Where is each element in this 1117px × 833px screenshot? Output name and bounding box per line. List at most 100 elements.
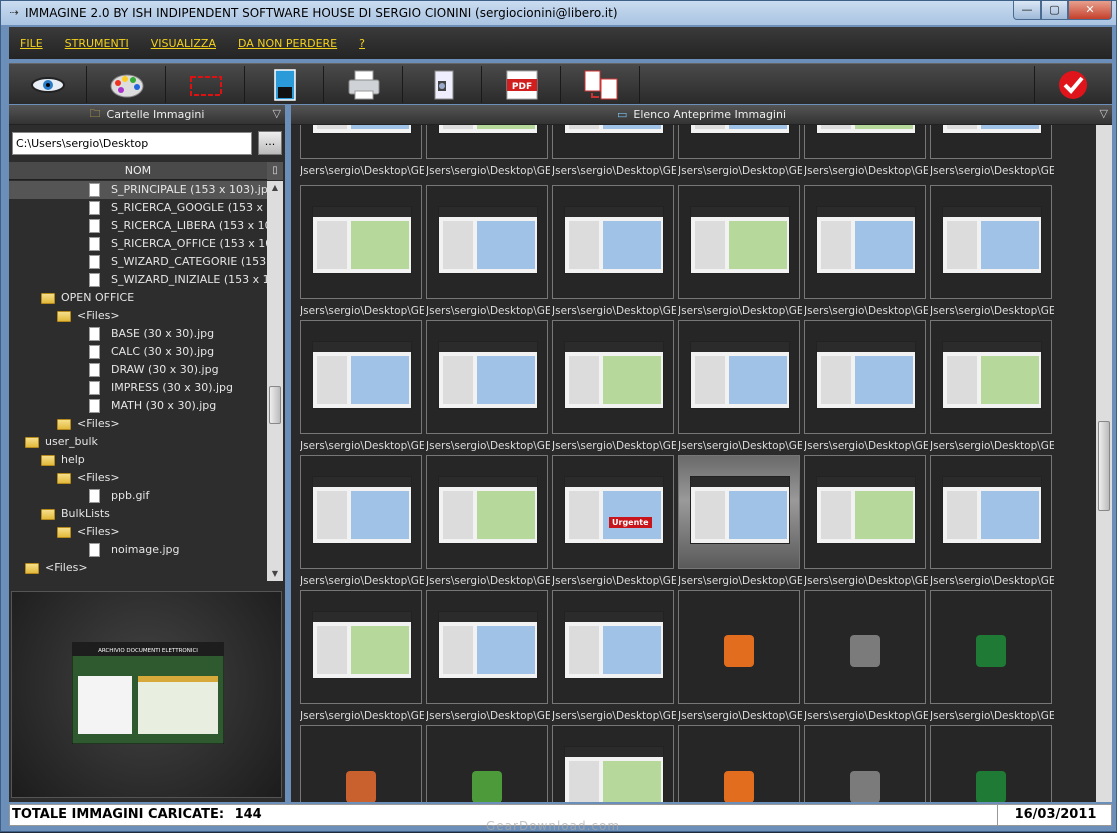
maximize-button[interactable]: ▢	[1041, 1, 1068, 20]
thumbnail-image	[438, 206, 538, 274]
tree-file[interactable]: S_RICERCA_LIBERA (153 x 103)	[9, 217, 267, 235]
thumbnail-cell[interactable]: Jsers\sergio\Desktop\GE	[804, 125, 928, 177]
tree-folder[interactable]: <Files>	[9, 415, 267, 433]
thumbnail-cell[interactable]: Jsers\sergio\Desktop\GE	[678, 320, 802, 452]
folder-tree[interactable]: S_PRINCIPALE (153 x 103).jpg S_RICERCA_GO…	[9, 181, 267, 581]
thumbnail-cell[interactable]: Jsers\sergio\Desktop\GE	[426, 455, 550, 587]
thumbnail-cell[interactable]: Jsers\sergio\Desktop\GE	[678, 725, 800, 802]
thumbnail-cell[interactable]: Jsers\sergio\Desktop\GE	[300, 125, 424, 177]
thumbnail-cell[interactable]: Jsers\sergio\Desktop\GE	[930, 125, 1054, 177]
tree-file[interactable]: IMPRESS (30 x 30).jpg	[9, 379, 267, 397]
thumbnail-cell[interactable]: Jsers\sergio\Desktop\GE	[552, 320, 676, 452]
thumbnail-cell[interactable]: Jsers\sergio\Desktop\GE	[300, 590, 424, 722]
pdf-button[interactable]: PDF	[483, 66, 561, 103]
tree-folder[interactable]: BulkLists	[9, 505, 267, 523]
menu-help[interactable]: ?	[359, 37, 365, 50]
thumbnail-cell[interactable]: Jsers\sergio\Desktop\GE	[552, 725, 674, 802]
thumbnail-cell[interactable]: Jsers\sergio\Desktop\GE	[552, 125, 676, 177]
thumbnail-cell[interactable]: Jsers\sergio\Desktop\GE	[552, 590, 676, 722]
tree-folder[interactable]: <Files>	[9, 523, 267, 541]
thumbnail-cell[interactable]: Jsers\sergio\Desktop\GE	[426, 185, 550, 317]
thumbnail-label: Jsers\sergio\Desktop\GE	[552, 165, 676, 177]
convert-button[interactable]	[562, 66, 640, 103]
thumbnail-image	[312, 341, 412, 409]
tree-file[interactable]: noimage.jpg	[9, 541, 267, 559]
thumbnail-cell[interactable]: Jsers\sergio\Desktop\GE	[804, 185, 928, 317]
grid-scroll-thumb[interactable]	[1098, 421, 1110, 511]
tree-file[interactable]: S_RICERCA_GOOGLE (153 x 103	[9, 199, 267, 217]
tree-label: BASE (30 x 30).jpg	[111, 327, 215, 340]
tree-folder[interactable]: <Files>	[9, 469, 267, 487]
close-button[interactable]: ✕	[1068, 1, 1112, 20]
menu-file[interactable]: FILE	[20, 37, 43, 50]
thumbnail-cell[interactable]: Jsers\sergio\Desktop\GE	[552, 185, 676, 317]
thumbnail-cell[interactable]: Jsers\sergio\Desktop\GE	[426, 590, 550, 722]
file-icon	[89, 381, 100, 395]
print-button[interactable]	[325, 66, 403, 103]
thumbnail-cell[interactable]: Jsers\sergio\Desktop\GE	[426, 320, 550, 452]
thumbnail-cell[interactable]: Jsers\sergio\Desktop\GE	[804, 455, 928, 587]
thumbnail-cell[interactable]: Jsers\sergio\Desktop\GE	[930, 590, 1054, 722]
thumbnail-cell[interactable]: Jsers\sergio\Desktop\GE	[300, 185, 424, 317]
tree-scroll-thumb[interactable]	[269, 386, 281, 424]
thumbnail-label: Jsers\sergio\Desktop\GE	[678, 305, 802, 317]
tree-file[interactable]: ppb.gif	[9, 487, 267, 505]
tree-folder[interactable]: <Files>	[9, 307, 267, 325]
tree-file[interactable]: CALC (30 x 30).jpg	[9, 343, 267, 361]
view-button[interactable]	[9, 66, 87, 103]
column-options-icon[interactable]: ▯	[267, 162, 283, 180]
menu-da-non-perdere[interactable]: DA NON PERDERE	[238, 37, 337, 50]
tree-folder[interactable]: <Files>	[9, 559, 267, 577]
folder-icon	[41, 293, 55, 304]
minimize-button[interactable]: —	[1013, 1, 1041, 20]
thumbnail-cell[interactable]: Jsers\sergio\Desktop\GE	[426, 125, 550, 177]
thumbnail-cell[interactable]: Jsers\sergio\Desktop\GE	[300, 320, 424, 452]
chevron-down-icon[interactable]: ▽	[1100, 107, 1108, 120]
tree-label: user_bulk	[45, 435, 98, 448]
thumbnail-cell[interactable]: Jsers\sergio\Desktop\GE	[426, 725, 548, 802]
tree-folder[interactable]: OPEN OFFICE	[9, 289, 267, 307]
crop-button[interactable]	[167, 66, 245, 103]
thumbnail-cell[interactable]: Jsers\sergio\Desktop\GE	[804, 320, 928, 452]
thumbnail-cell[interactable]: Jsers\sergio\Desktop\GE	[930, 455, 1054, 587]
tree-file[interactable]: S_WIZARD_INIZIALE (153 x 103	[9, 271, 267, 289]
tree-file[interactable]: S_WIZARD_CATEGORIE (153 x 1	[9, 253, 267, 271]
path-input[interactable]	[12, 132, 252, 155]
thumbnail-cell[interactable]: Urgente Jsers\sergio\Desktop\GE	[552, 455, 676, 587]
thumbnail-cell[interactable]: Jsers\sergio\Desktop\GE	[678, 590, 802, 722]
file-icon	[89, 363, 100, 377]
chevron-down-icon[interactable]: ▽	[273, 107, 281, 120]
thumbnail-cell[interactable]: Jsers\sergio\Desktop\GE	[678, 185, 802, 317]
tree-file[interactable]: DRAW (30 x 30).jpg	[9, 361, 267, 379]
browse-button[interactable]: ...	[258, 131, 282, 155]
tree-file[interactable]: S_RICERCA_OFFICE (153 x 103	[9, 235, 267, 253]
scan-button[interactable]	[404, 66, 482, 103]
tree-file[interactable]: S_PRINCIPALE (153 x 103).jpg	[9, 181, 267, 199]
palette-button[interactable]	[88, 66, 166, 103]
thumbnail-cell[interactable]: Jsers\sergio\Desktop\GE	[300, 725, 422, 802]
tree-folder[interactable]: help	[9, 451, 267, 469]
thumbnail-cell[interactable]: Jsers\sergio\Desktop\GE	[930, 725, 1052, 802]
ok-button[interactable]	[1034, 66, 1110, 103]
scroll-down-icon[interactable]: ▼	[267, 567, 283, 581]
save-button[interactable]	[246, 66, 324, 103]
column-header-nom[interactable]: NOM	[9, 162, 267, 180]
tree-folder[interactable]: user_bulk	[9, 433, 267, 451]
thumbnail-cell[interactable]: Jsers\sergio\Desktop\GE	[804, 725, 926, 802]
grid-scrollbar[interactable]	[1096, 125, 1112, 802]
thumbnail-cell[interactable]: Jsers\sergio\Desktop\GE	[678, 125, 802, 177]
thumbnail-cell[interactable]: Jsers\sergio\Desktop\GE	[678, 455, 802, 587]
menu-visualizza[interactable]: VISUALIZZA	[151, 37, 216, 50]
tree-file[interactable]: MATH (30 x 30).jpg	[9, 397, 267, 415]
thumbnail-cell[interactable]: Jsers\sergio\Desktop\GE	[300, 455, 424, 587]
tree-scrollbar[interactable]: ▲ ▼	[267, 181, 283, 581]
thumbnail-image	[438, 476, 538, 544]
tree-label: BulkLists	[61, 507, 110, 520]
scroll-up-icon[interactable]: ▲	[267, 181, 283, 195]
thumbnail-cell[interactable]: Jsers\sergio\Desktop\GE	[930, 320, 1054, 452]
tree-file[interactable]: BASE (30 x 30).jpg	[9, 325, 267, 343]
menu-strumenti[interactable]: STRUMENTI	[65, 37, 129, 50]
thumbnail-cell[interactable]: Jsers\sergio\Desktop\GE	[930, 185, 1054, 317]
thumbnail-image	[816, 476, 916, 544]
thumbnail-cell[interactable]: Jsers\sergio\Desktop\GE	[804, 590, 928, 722]
